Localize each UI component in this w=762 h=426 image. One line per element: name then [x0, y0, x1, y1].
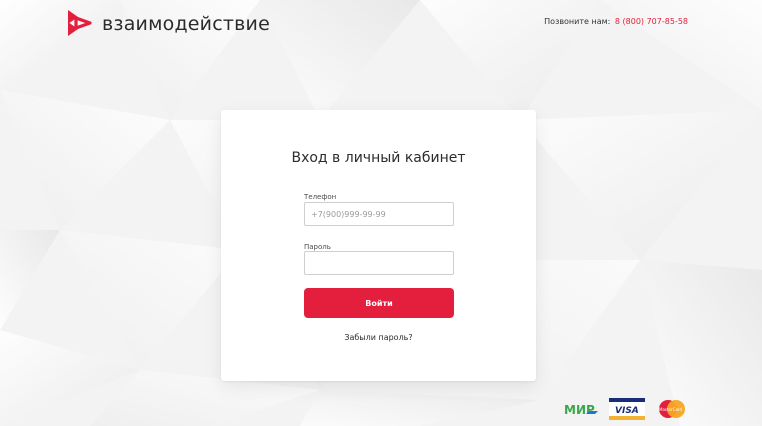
mastercard-text: MasterCard: [659, 407, 682, 412]
brand-name: взаимодействие: [102, 12, 270, 35]
login-title: Вход в личный кабинет: [291, 150, 466, 166]
mir-text: МИР: [564, 403, 595, 417]
password-input[interactable]: [304, 251, 454, 275]
visa-icon: VISA: [609, 398, 645, 420]
login-card: Вход в личный кабинет Телефон Пароль Вой…: [221, 110, 536, 381]
header: взаимодействие Позвоните нам: 8 (800) 70…: [0, 0, 762, 46]
brand-logo-icon: [68, 10, 92, 36]
login-button[interactable]: Войти: [304, 288, 454, 318]
phone-input[interactable]: [304, 202, 454, 226]
phone-link[interactable]: 8 (800) 707-85-58: [615, 17, 688, 26]
phone-label: Телефон: [304, 193, 337, 201]
brand-logo[interactable]: взаимодействие: [66, 8, 270, 38]
contact-phone: Позвоните нам: 8 (800) 707-85-58: [544, 17, 688, 26]
forgot-password-link[interactable]: Забыли пароль?: [221, 333, 536, 342]
password-label: Пароль: [304, 243, 331, 251]
mastercard-icon: MasterCard: [659, 400, 685, 418]
call-label: Позвоните нам:: [544, 17, 611, 26]
mir-icon: МИР: [564, 403, 598, 417]
visa-text: VISA: [615, 406, 639, 416]
